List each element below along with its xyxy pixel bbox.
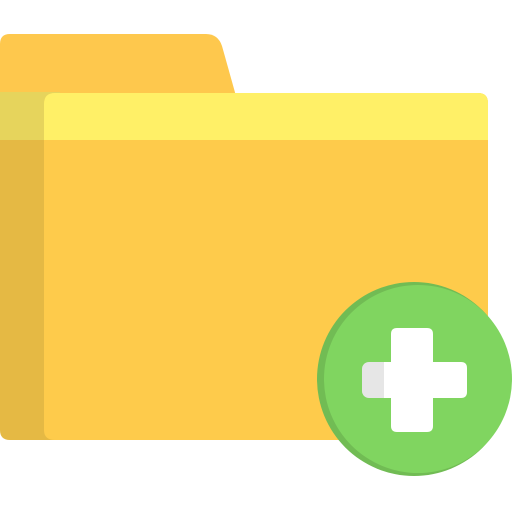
add-folder-graphic (0, 34, 512, 476)
folder-strip (44, 93, 488, 140)
add-folder-icon (0, 0, 512, 512)
folder-tab (0, 34, 236, 96)
